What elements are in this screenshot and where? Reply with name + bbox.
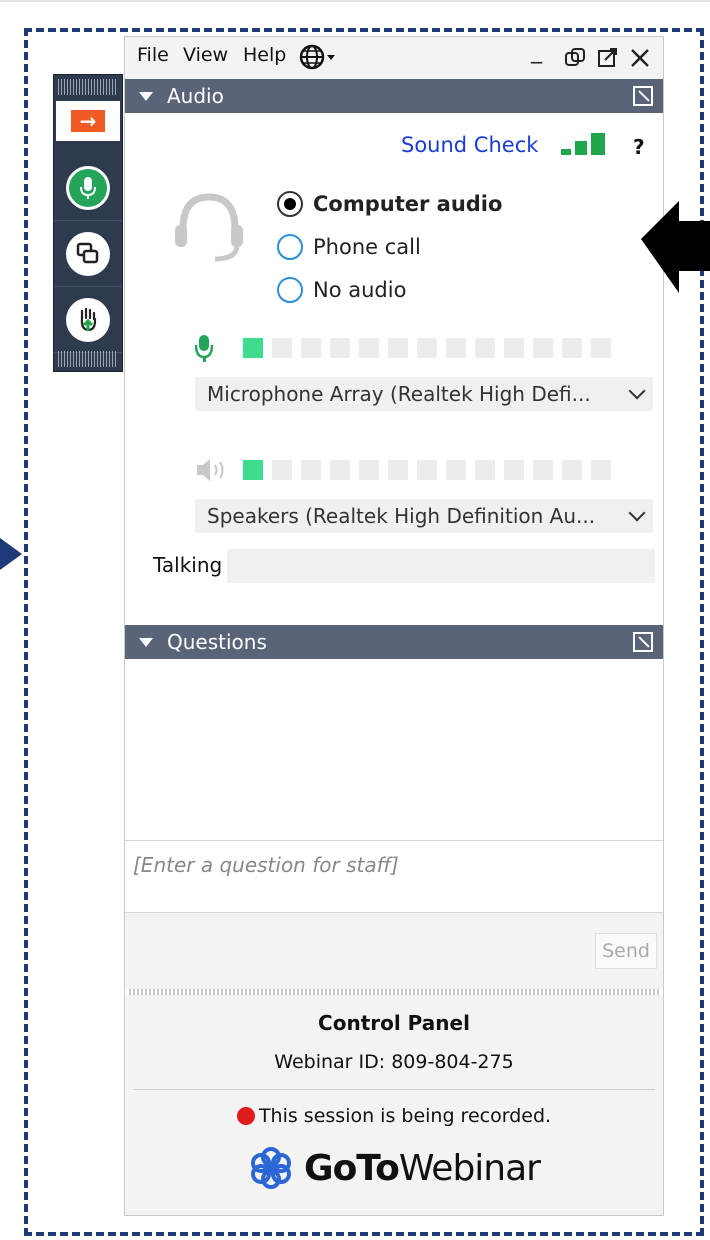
webinar-id: Webinar ID: 809-804-275 — [274, 1051, 514, 1073]
callout-arrow-left-icon — [641, 201, 710, 293]
level-segment — [533, 338, 553, 358]
grab-tab[interactable]: → — [53, 74, 123, 372]
headset-icon — [175, 193, 243, 262]
level-segment — [272, 338, 292, 358]
radio-button[interactable] — [277, 234, 303, 260]
level-segment — [417, 338, 437, 358]
minimize-icon[interactable]: _ — [531, 39, 542, 64]
top-rule — [0, 0, 710, 2]
gotowebinar-flower-icon — [251, 1147, 292, 1189]
radio-no-audio[interactable]: No audio — [277, 277, 406, 303]
gotowebinar-logo: GoTo Webinar — [125, 1145, 663, 1191]
level-segment — [562, 460, 582, 480]
control-panel-footer: Control Panel Webinar ID: 809-804-275 Th… — [125, 995, 663, 1215]
level-segment — [359, 338, 379, 358]
divider — [133, 1089, 655, 1090]
question-input[interactable]: [Enter a question for staff] — [125, 841, 663, 913]
questions-log — [125, 659, 663, 841]
close-icon[interactable] — [629, 47, 651, 69]
control-panel-window: File View Help _ Audio Sound Check ? Com… — [124, 36, 710, 1216]
audio-help-icon[interactable]: ? — [633, 135, 645, 159]
level-segment — [301, 460, 321, 480]
level-segment — [243, 460, 263, 480]
raise-hand-icon — [66, 297, 110, 342]
mute-mic-button[interactable] — [54, 155, 122, 221]
control-panel-title: Control Panel — [318, 1011, 470, 1035]
grip-bottom[interactable] — [58, 351, 118, 367]
microphone-select[interactable]: Microphone Array (Realtek High Defi... — [195, 377, 653, 411]
level-segment — [504, 460, 524, 480]
pin-window-icon[interactable] — [563, 47, 587, 71]
radio-label-no-audio: No audio — [313, 278, 407, 302]
level-segment — [475, 338, 495, 358]
speaker-level-icon — [197, 459, 224, 481]
raise-hand-button[interactable] — [54, 287, 122, 353]
pointer-arrow-icon — [0, 538, 22, 570]
menu-view[interactable]: View — [183, 44, 228, 66]
level-segment — [330, 460, 350, 480]
radio-label-computer-audio: Computer audio — [313, 192, 503, 216]
radio-button[interactable] — [277, 277, 303, 303]
menu-file[interactable]: File — [137, 44, 169, 66]
level-segment — [446, 460, 466, 480]
brand-goto: GoTo — [304, 1147, 400, 1189]
recording-dot-icon — [236, 1107, 255, 1125]
talking-label: Talking — [153, 553, 223, 577]
level-segment — [330, 338, 350, 358]
level-segment — [301, 338, 321, 358]
level-segment — [243, 338, 263, 358]
level-segment — [359, 460, 379, 480]
level-segment — [272, 460, 292, 480]
popout-window-icon[interactable] — [597, 47, 619, 69]
audio-section-header[interactable]: Audio — [125, 79, 663, 113]
questions-popout-icon[interactable] — [633, 632, 653, 652]
level-segment — [417, 460, 437, 480]
signal-strength-icon — [561, 133, 609, 155]
mic-level-meter — [195, 333, 620, 363]
level-segment — [591, 460, 611, 480]
level-segment — [446, 338, 466, 358]
audio-header-label: Audio — [167, 84, 224, 108]
grip-top[interactable] — [58, 79, 118, 95]
radio-phone-call[interactable]: Phone call — [277, 234, 421, 260]
radio-label-phone-call: Phone call — [313, 235, 421, 259]
recording-notice-text: This session is being recorded. — [258, 1105, 552, 1127]
recording-notice: This session is being recorded. — [125, 1105, 663, 1127]
level-segment — [504, 338, 524, 358]
level-segment — [475, 460, 495, 480]
speaker-level-meter — [195, 455, 620, 485]
chevron-down-icon[interactable] — [623, 379, 653, 409]
level-segment — [591, 338, 611, 358]
send-button[interactable]: Send — [595, 933, 657, 969]
level-segment — [562, 338, 582, 358]
questions-section-header[interactable]: Questions — [125, 625, 663, 659]
level-segment — [388, 338, 408, 358]
questions-header-label: Questions — [167, 630, 267, 654]
collapse-triangle-icon[interactable] — [139, 91, 153, 101]
collapse-triangle-icon[interactable] — [139, 637, 153, 647]
menubar: File View Help _ — [125, 37, 663, 79]
sound-check-link[interactable]: Sound Check — [401, 133, 538, 157]
radio-button-checked[interactable] — [277, 191, 303, 217]
microphone-level-icon — [195, 335, 214, 362]
talking-field — [227, 549, 655, 583]
microphone-icon — [66, 165, 110, 210]
audio-popout-icon[interactable] — [633, 86, 653, 106]
brand-webinar: Webinar — [398, 1147, 541, 1189]
send-area: Send — [125, 913, 663, 989]
level-segment — [388, 460, 408, 480]
screen-share-icon — [66, 231, 110, 276]
microphone-select-value: Microphone Array (Realtek High Defi... — [207, 382, 591, 406]
globe-language-icon[interactable] — [299, 43, 339, 73]
screen-share-button[interactable] — [54, 221, 122, 287]
show-hide-panel-button[interactable]: → — [54, 99, 122, 143]
menu-help[interactable]: Help — [243, 44, 286, 66]
radio-computer-audio[interactable]: Computer audio — [277, 191, 502, 217]
speaker-select[interactable]: Speakers (Realtek High Definition Au... — [195, 499, 653, 533]
chevron-down-icon[interactable] — [623, 501, 653, 531]
level-segment — [533, 460, 553, 480]
speaker-select-value: Speakers (Realtek High Definition Au... — [207, 504, 596, 528]
arrow-right-icon: → — [71, 110, 105, 132]
